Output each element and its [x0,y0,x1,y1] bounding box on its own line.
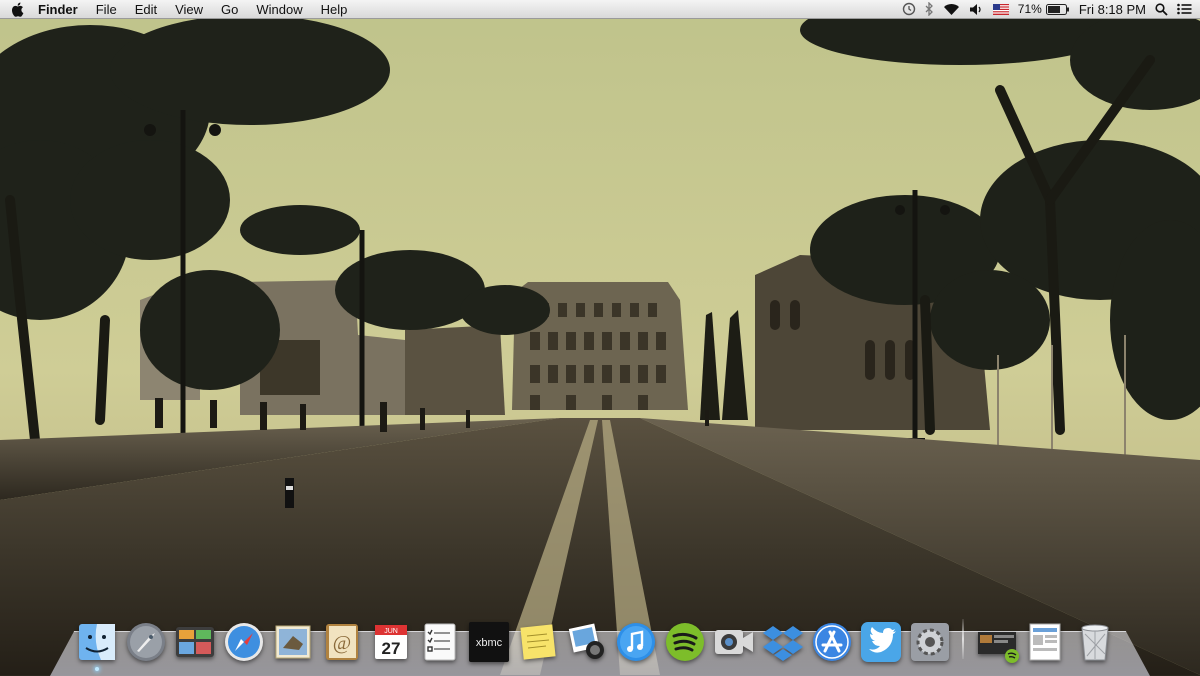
contacts-icon: @ [325,623,358,660]
finder-icon [78,623,115,660]
dock: @ JUN 27 xbmc [74,614,1117,671]
notification-center-icon[interactable] [1177,3,1192,15]
dock-facetime[interactable] [711,619,756,664]
twitter-icon [860,621,901,662]
dock-spotify[interactable] [662,619,707,664]
menu-go[interactable]: Go [212,0,247,19]
desktop-wallpaper [0,0,1200,675]
xbmc-icon: xbmc [468,621,509,662]
stickies-icon [519,623,556,660]
launchpad-icon [126,622,165,661]
dock-iphoto[interactable] [564,619,609,664]
dock-app-store[interactable] [809,619,854,664]
menu-app-finder[interactable]: Finder [34,0,87,19]
spotify-icon [665,622,704,661]
svg-text:xbmc: xbmc [475,637,502,649]
battery-percent: 71% [1017,2,1042,16]
documents-stack-icon [1029,623,1060,660]
svg-text:@: @ [332,632,350,654]
dock-calendar[interactable]: JUN 27 [368,619,413,664]
menu-view[interactable]: View [166,0,212,19]
dock-separator [962,619,964,659]
dock-stickies[interactable] [515,619,560,664]
time-machine-icon[interactable] [902,2,916,16]
status-area: 71% Fri 8:18 PM [902,0,1200,19]
menu-window[interactable]: Window [247,0,311,19]
dock-itunes[interactable] [613,619,658,664]
dropbox-icon [762,625,803,661]
mail-icon [275,625,310,658]
dock-documents-stack[interactable] [1023,619,1068,664]
iphoto-icon [568,623,604,659]
dock-contacts[interactable]: @ [319,619,364,664]
wifi-icon[interactable] [943,3,960,16]
dock-reminders[interactable] [417,619,462,664]
volume-icon[interactable] [969,3,984,16]
svg-text:27: 27 [381,639,400,658]
gear-icon [910,622,949,661]
dock-finder[interactable] [74,619,119,671]
menu-clock[interactable]: Fri 8:18 PM [1079,2,1146,17]
trash-icon [1080,624,1109,660]
dock-launchpad[interactable] [123,619,168,664]
apple-icon [11,2,23,17]
safari-icon [224,622,263,661]
menu-help[interactable]: Help [312,0,357,19]
dock-trash[interactable] [1072,619,1117,664]
reminders-icon [424,623,455,660]
dock-xbmc[interactable]: xbmc [466,619,511,664]
battery-indicator[interactable]: 71% [1018,2,1070,16]
running-indicator [94,667,99,671]
menu-edit[interactable]: Edit [126,0,166,19]
mission-control-icon [175,626,214,657]
calendar-icon: JUN 27 [374,624,407,659]
app-store-icon [812,622,851,661]
dock-twitter[interactable] [858,619,903,664]
dock-minimized-window[interactable] [974,619,1019,664]
dock-dropbox[interactable] [760,619,805,664]
dock-system-preferences[interactable] [907,619,952,664]
minimized-window-icon [977,631,1019,663]
dock-mail[interactable] [270,619,315,664]
menu-bar: Finder File Edit View Go Window Help 71%… [0,0,1200,19]
us-flag-icon[interactable] [992,3,1009,15]
facetime-icon [714,629,753,654]
svg-text:JUN: JUN [384,628,398,635]
spotlight-icon[interactable] [1155,2,1168,16]
menu-file[interactable]: File [87,0,126,19]
dock-safari[interactable] [221,619,266,664]
battery-icon [1045,3,1069,15]
bluetooth-icon[interactable] [925,2,934,16]
itunes-icon [616,622,655,661]
apple-menu[interactable] [0,0,34,19]
dock-mission-control[interactable] [172,619,217,664]
